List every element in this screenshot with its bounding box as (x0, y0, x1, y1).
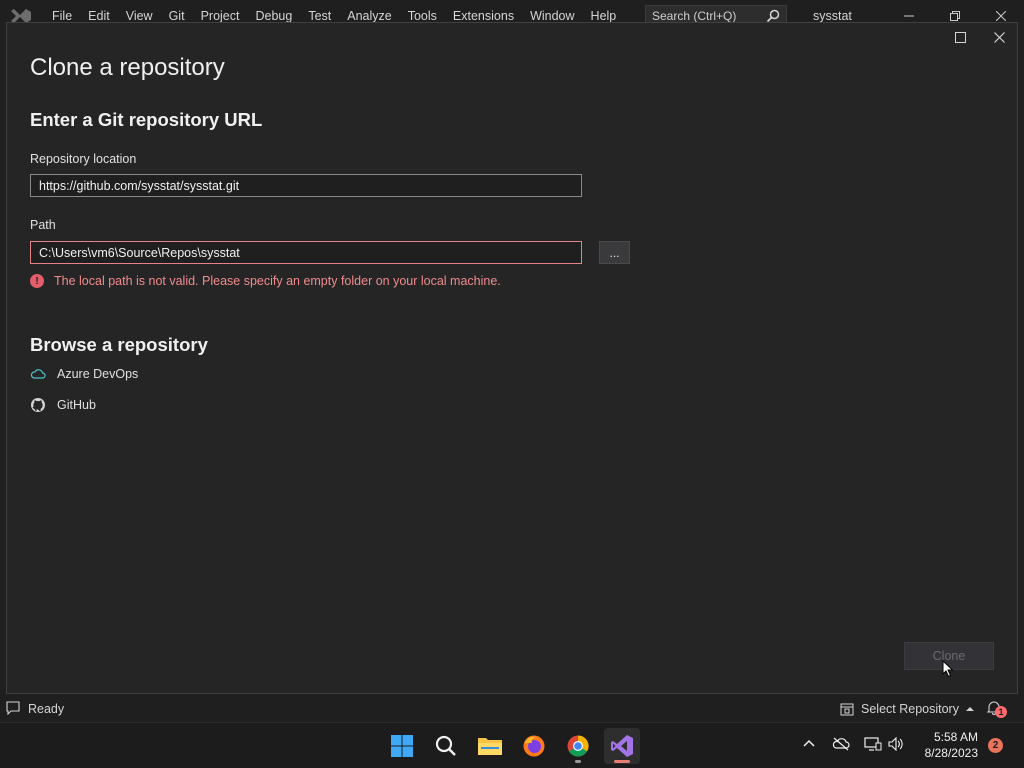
network-icon[interactable] (864, 737, 882, 751)
browse-path-button[interactable]: ... (599, 241, 630, 264)
status-bar: Ready Select Repository 1 (0, 696, 1024, 722)
caret-up-icon (965, 707, 974, 711)
volume-icon[interactable] (888, 737, 904, 751)
folder-icon (478, 738, 502, 755)
clock-time: 5:58 AM (933, 730, 978, 744)
taskbar-start-button[interactable] (384, 728, 420, 764)
onedrive-offline-icon[interactable] (832, 737, 850, 751)
search-icon (766, 9, 780, 23)
windows-taskbar: 5:58 AM 8/28/2023 2 (0, 722, 1024, 768)
browse-section-title: Browse a repository (30, 334, 208, 355)
browse-item-label: Azure DevOps (57, 367, 139, 381)
close-icon (993, 31, 1005, 43)
maximize-icon (954, 31, 966, 43)
repository-icon (840, 703, 854, 716)
running-indicator (575, 760, 581, 763)
dialog-maximize-button[interactable] (945, 25, 975, 49)
show-hidden-icons-chevron-icon[interactable] (802, 737, 816, 751)
visual-studio-icon (611, 735, 633, 757)
cloud-icon (30, 369, 46, 379)
active-indicator (614, 760, 630, 763)
repository-location-label: Repository location (30, 152, 137, 166)
taskbar-clock[interactable]: 5:58 AM 8/28/2023 (912, 729, 978, 761)
path-label: Path (30, 218, 56, 232)
browse-item-github[interactable]: GitHub (30, 397, 96, 413)
firefox-icon (523, 735, 545, 757)
close-icon (996, 11, 1006, 21)
taskbar-visual-studio[interactable] (604, 728, 640, 764)
dialog-close-button[interactable] (984, 25, 1014, 49)
path-error-message: ! The local path is not valid. Please sp… (30, 274, 501, 288)
browse-item-label: GitHub (57, 398, 96, 412)
status-text: Ready (28, 702, 65, 716)
taskbar-chrome[interactable] (560, 728, 596, 764)
chrome-icon (567, 735, 589, 757)
taskbar-firefox[interactable] (516, 728, 552, 764)
error-text: The local path is not valid. Please spec… (54, 274, 501, 288)
notification-count-badge: 1 (995, 706, 1007, 718)
search-placeholder: Search (Ctrl+Q) (652, 9, 737, 23)
browse-item-azure-devops[interactable]: Azure DevOps (30, 367, 138, 381)
repository-location-input[interactable] (30, 174, 582, 197)
select-repository-label: Select Repository (861, 702, 959, 716)
windows-logo-icon (391, 735, 413, 757)
path-input[interactable] (30, 241, 582, 264)
dialog-title: Clone a repository (30, 54, 225, 81)
taskbar-search-button[interactable] (428, 728, 464, 764)
clock-date: 8/28/2023 (924, 746, 978, 760)
error-icon: ! (30, 274, 44, 288)
github-icon (31, 398, 45, 412)
notification-center-badge[interactable]: 2 (988, 738, 1003, 753)
taskbar-file-explorer[interactable] (472, 728, 508, 764)
restore-icon (950, 11, 960, 21)
clone-repository-dialog: Clone a repository Enter a Git repositor… (6, 22, 1018, 694)
output-icon (6, 701, 20, 715)
search-icon (435, 735, 456, 756)
mouse-cursor-icon (942, 660, 954, 678)
select-repository-button[interactable]: Select Repository (840, 702, 982, 716)
url-section-title: Enter a Git repository URL (30, 109, 263, 130)
minimize-icon (904, 15, 914, 17)
